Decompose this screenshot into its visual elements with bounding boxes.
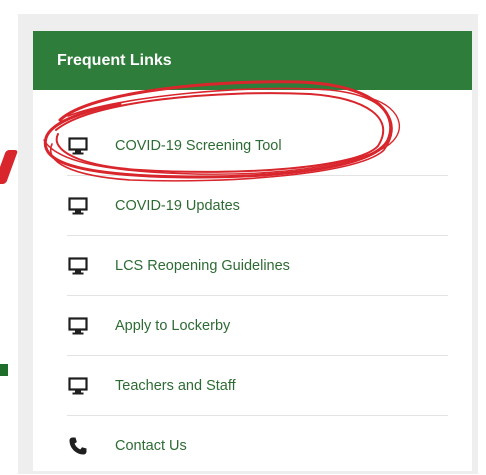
monitor-icon <box>67 316 89 336</box>
panel-header: Frequent Links <box>33 31 472 90</box>
monitor-icon <box>67 376 89 396</box>
link-label: COVID-19 Screening Tool <box>115 137 282 154</box>
link-teachers-and-staff[interactable]: Teachers and Staff <box>67 356 448 416</box>
frequent-links-panel: Frequent Links COVID-19 Screening Tool C… <box>33 31 472 471</box>
link-label: Apply to Lockerby <box>115 317 231 334</box>
panel-title: Frequent Links <box>57 51 172 69</box>
monitor-icon <box>67 136 89 156</box>
link-label: Contact Us <box>115 437 187 454</box>
links-list: COVID-19 Screening Tool COVID-19 Updates… <box>33 116 472 475</box>
link-covid-updates[interactable]: COVID-19 Updates <box>67 176 448 236</box>
link-apply-to-lockerby[interactable]: Apply to Lockerby <box>67 296 448 356</box>
monitor-icon <box>67 196 89 216</box>
red-annotation-stroke <box>0 150 19 184</box>
green-annotation-stroke <box>0 364 8 376</box>
link-contact-us[interactable]: Contact Us <box>67 416 448 475</box>
phone-icon <box>67 436 89 456</box>
link-lcs-reopening-guidelines[interactable]: LCS Reopening Guidelines <box>67 236 448 296</box>
link-label: LCS Reopening Guidelines <box>115 257 290 274</box>
link-label: COVID-19 Updates <box>115 197 240 214</box>
monitor-icon <box>67 256 89 276</box>
link-covid-screening-tool[interactable]: COVID-19 Screening Tool <box>67 116 448 176</box>
link-label: Teachers and Staff <box>115 377 236 394</box>
